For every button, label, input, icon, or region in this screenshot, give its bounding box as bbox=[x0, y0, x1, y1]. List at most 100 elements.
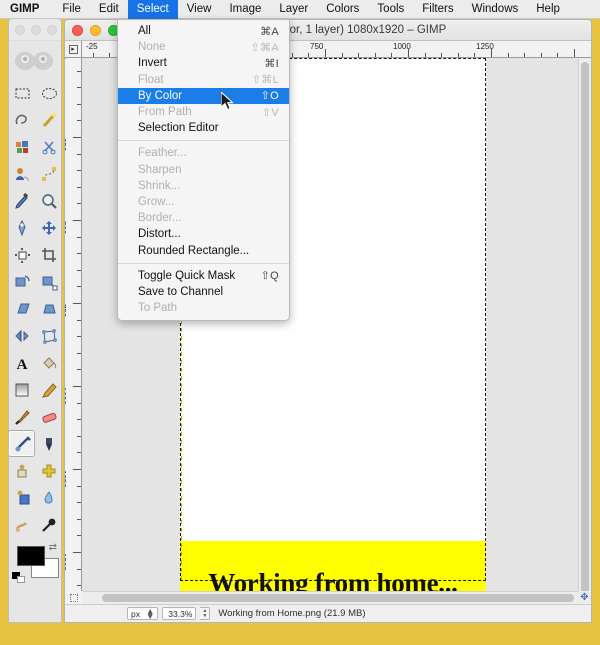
navigation-preview-button[interactable]: ✥ bbox=[578, 591, 591, 604]
perspective-clone-tool-icon[interactable] bbox=[9, 484, 35, 511]
window-minimize-button[interactable] bbox=[90, 24, 101, 36]
menubar-item-select[interactable]: Select bbox=[127, 0, 178, 19]
foreground-select-tool-icon[interactable] bbox=[9, 160, 35, 187]
ellipse-select-tool-icon[interactable] bbox=[35, 79, 61, 106]
menubar-item-tools[interactable]: Tools bbox=[368, 0, 413, 19]
ruler-tick bbox=[77, 336, 81, 338]
blur-sharpen-tool-icon[interactable] bbox=[35, 484, 61, 511]
ruler-tick bbox=[507, 53, 509, 57]
menu-item-by-color[interactable]: By Color ⇧O bbox=[118, 87, 289, 104]
ruler-tick bbox=[291, 53, 293, 57]
vertical-scrollbar-thumb[interactable] bbox=[581, 62, 589, 607]
menu-item-rounded-rectangle[interactable]: Rounded Rectangle... bbox=[118, 242, 289, 258]
menubar-item-filters[interactable]: Filters bbox=[413, 0, 462, 19]
toolbox-maximize-dot[interactable] bbox=[47, 24, 57, 35]
align-tool-icon[interactable] bbox=[9, 241, 35, 268]
menu-item-label: To Path bbox=[138, 302, 177, 315]
foreground-color-swatch[interactable] bbox=[17, 546, 45, 566]
scissors-select-tool-icon[interactable] bbox=[35, 133, 61, 160]
menu-item-toggle-quick-mask[interactable]: Toggle Quick Mask ⇧Q bbox=[118, 268, 289, 284]
toolbox-titlebar[interactable] bbox=[9, 19, 61, 41]
measure-tool-icon[interactable] bbox=[9, 214, 35, 241]
ruler-tick bbox=[77, 186, 81, 188]
cage-transform-tool-icon[interactable] bbox=[35, 322, 61, 349]
menubar-item-edit[interactable]: Edit bbox=[90, 0, 128, 19]
menu-item-label: From Path bbox=[138, 106, 192, 119]
clone-tool-icon[interactable] bbox=[9, 457, 35, 484]
eraser-tool-icon[interactable] bbox=[35, 403, 61, 430]
menubar-item-layer[interactable]: Layer bbox=[270, 0, 317, 19]
ink-tool-icon[interactable] bbox=[35, 430, 61, 457]
menu-item-distort[interactable]: Distort... bbox=[118, 226, 289, 242]
heal-tool-icon[interactable] bbox=[35, 457, 61, 484]
unit-spinner-icon[interactable]: ▲ ▼ bbox=[143, 606, 157, 620]
shear-tool-icon[interactable] bbox=[9, 295, 35, 322]
gradient-tool-icon[interactable] bbox=[9, 376, 35, 403]
select-menu-dropdown[interactable]: All ⌘A None ⇧⌘A Invert ⌘I Float ⇧⌘L By Color ⇧O Fr… bbox=[117, 19, 290, 322]
unit-selector[interactable]: px ▲ ▼ bbox=[127, 606, 159, 620]
menubar-item-colors[interactable]: Colors bbox=[317, 0, 368, 19]
menu-item-all[interactable]: All ⌘A bbox=[118, 23, 289, 39]
menubar-item-windows[interactable]: Windows bbox=[463, 0, 528, 19]
pencil-tool-icon[interactable] bbox=[35, 376, 61, 403]
ruler-tick bbox=[77, 203, 81, 205]
flip-tool-icon[interactable] bbox=[9, 322, 35, 349]
scale-tool-icon[interactable] bbox=[35, 268, 61, 295]
menubar-item-view[interactable]: View bbox=[178, 0, 221, 19]
ruler-tick bbox=[77, 253, 81, 255]
ruler-label: 500 bbox=[65, 221, 67, 235]
menu-item-selection-editor[interactable]: Selection Editor bbox=[118, 120, 289, 136]
ruler-tick bbox=[92, 53, 94, 57]
rect-select-tool-icon[interactable] bbox=[9, 79, 35, 106]
airbrush-tool-icon[interactable] bbox=[9, 430, 35, 457]
fuzzy-select-tool-icon[interactable] bbox=[35, 106, 61, 133]
ruler-label: 1500 bbox=[65, 553, 67, 571]
perspective-tool-icon[interactable] bbox=[35, 295, 61, 322]
ruler-tick bbox=[77, 452, 81, 454]
quick-mask-toggle-button[interactable] bbox=[65, 591, 82, 604]
toolbox-minimize-dot[interactable] bbox=[31, 24, 41, 35]
ruler-tick bbox=[374, 53, 376, 57]
ruler-tick bbox=[557, 53, 559, 57]
menu-item-label: None bbox=[138, 41, 166, 54]
menubar-item-image[interactable]: Image bbox=[220, 0, 270, 19]
main-menubar: GIMP File Edit Select View Image Layer Colors To… bbox=[0, 0, 600, 19]
free-select-tool-icon[interactable] bbox=[9, 106, 35, 133]
color-picker-tool-icon[interactable] bbox=[9, 187, 35, 214]
menu-item-sharpen: Sharpen bbox=[118, 162, 289, 178]
toolbox-close-dot[interactable] bbox=[15, 24, 25, 35]
ruler-label: 0 bbox=[65, 58, 67, 59]
ruler-tick bbox=[474, 53, 476, 57]
paths-tool-icon[interactable] bbox=[35, 160, 61, 187]
ruler-origin-button[interactable]: ▸ bbox=[65, 41, 82, 58]
horizontal-scrollbar[interactable] bbox=[82, 591, 578, 604]
swap-colors-icon[interactable]: ⇄ bbox=[49, 542, 57, 553]
move-tool-icon[interactable] bbox=[35, 214, 61, 241]
menubar-item-help[interactable]: Help bbox=[527, 0, 569, 19]
text-tool-icon[interactable]: A bbox=[9, 349, 35, 376]
window-close-button[interactable] bbox=[72, 24, 83, 36]
default-colors-icon[interactable] bbox=[12, 572, 25, 583]
bucket-fill-tool-icon[interactable] bbox=[35, 349, 61, 376]
menu-item-save-to-channel[interactable]: Save to Channel bbox=[118, 284, 289, 300]
menu-item-invert[interactable]: Invert ⌘I bbox=[118, 55, 289, 71]
menubar-item-gimp[interactable]: GIMP bbox=[0, 0, 53, 19]
menu-item-label: Save to Channel bbox=[138, 285, 224, 298]
zoom-entry[interactable]: 33.3% bbox=[162, 607, 197, 620]
ruler-tick bbox=[457, 53, 459, 57]
horizontal-scrollbar-thumb[interactable] bbox=[102, 594, 574, 602]
rotate-tool-icon[interactable] bbox=[9, 268, 35, 295]
menu-item-label: Toggle Quick Mask bbox=[138, 269, 236, 282]
crop-tool-icon[interactable] bbox=[35, 241, 61, 268]
zoom-tool-icon[interactable] bbox=[35, 187, 61, 214]
vertical-scrollbar[interactable] bbox=[578, 58, 591, 607]
smudge-tool-icon[interactable] bbox=[9, 511, 35, 538]
ruler-label: 1250 bbox=[65, 470, 67, 488]
vertical-ruler[interactable]: 02505007501000125015001750 bbox=[65, 58, 82, 622]
menu-separator bbox=[118, 262, 289, 264]
paintbrush-tool-icon[interactable] bbox=[9, 403, 35, 430]
select-by-color-tool-icon[interactable] bbox=[9, 133, 35, 160]
zoom-spinner-icon[interactable]: ▲ ▼ bbox=[200, 607, 211, 620]
menubar-item-file[interactable]: File bbox=[53, 0, 90, 19]
dodge-burn-tool-icon[interactable] bbox=[35, 511, 61, 538]
